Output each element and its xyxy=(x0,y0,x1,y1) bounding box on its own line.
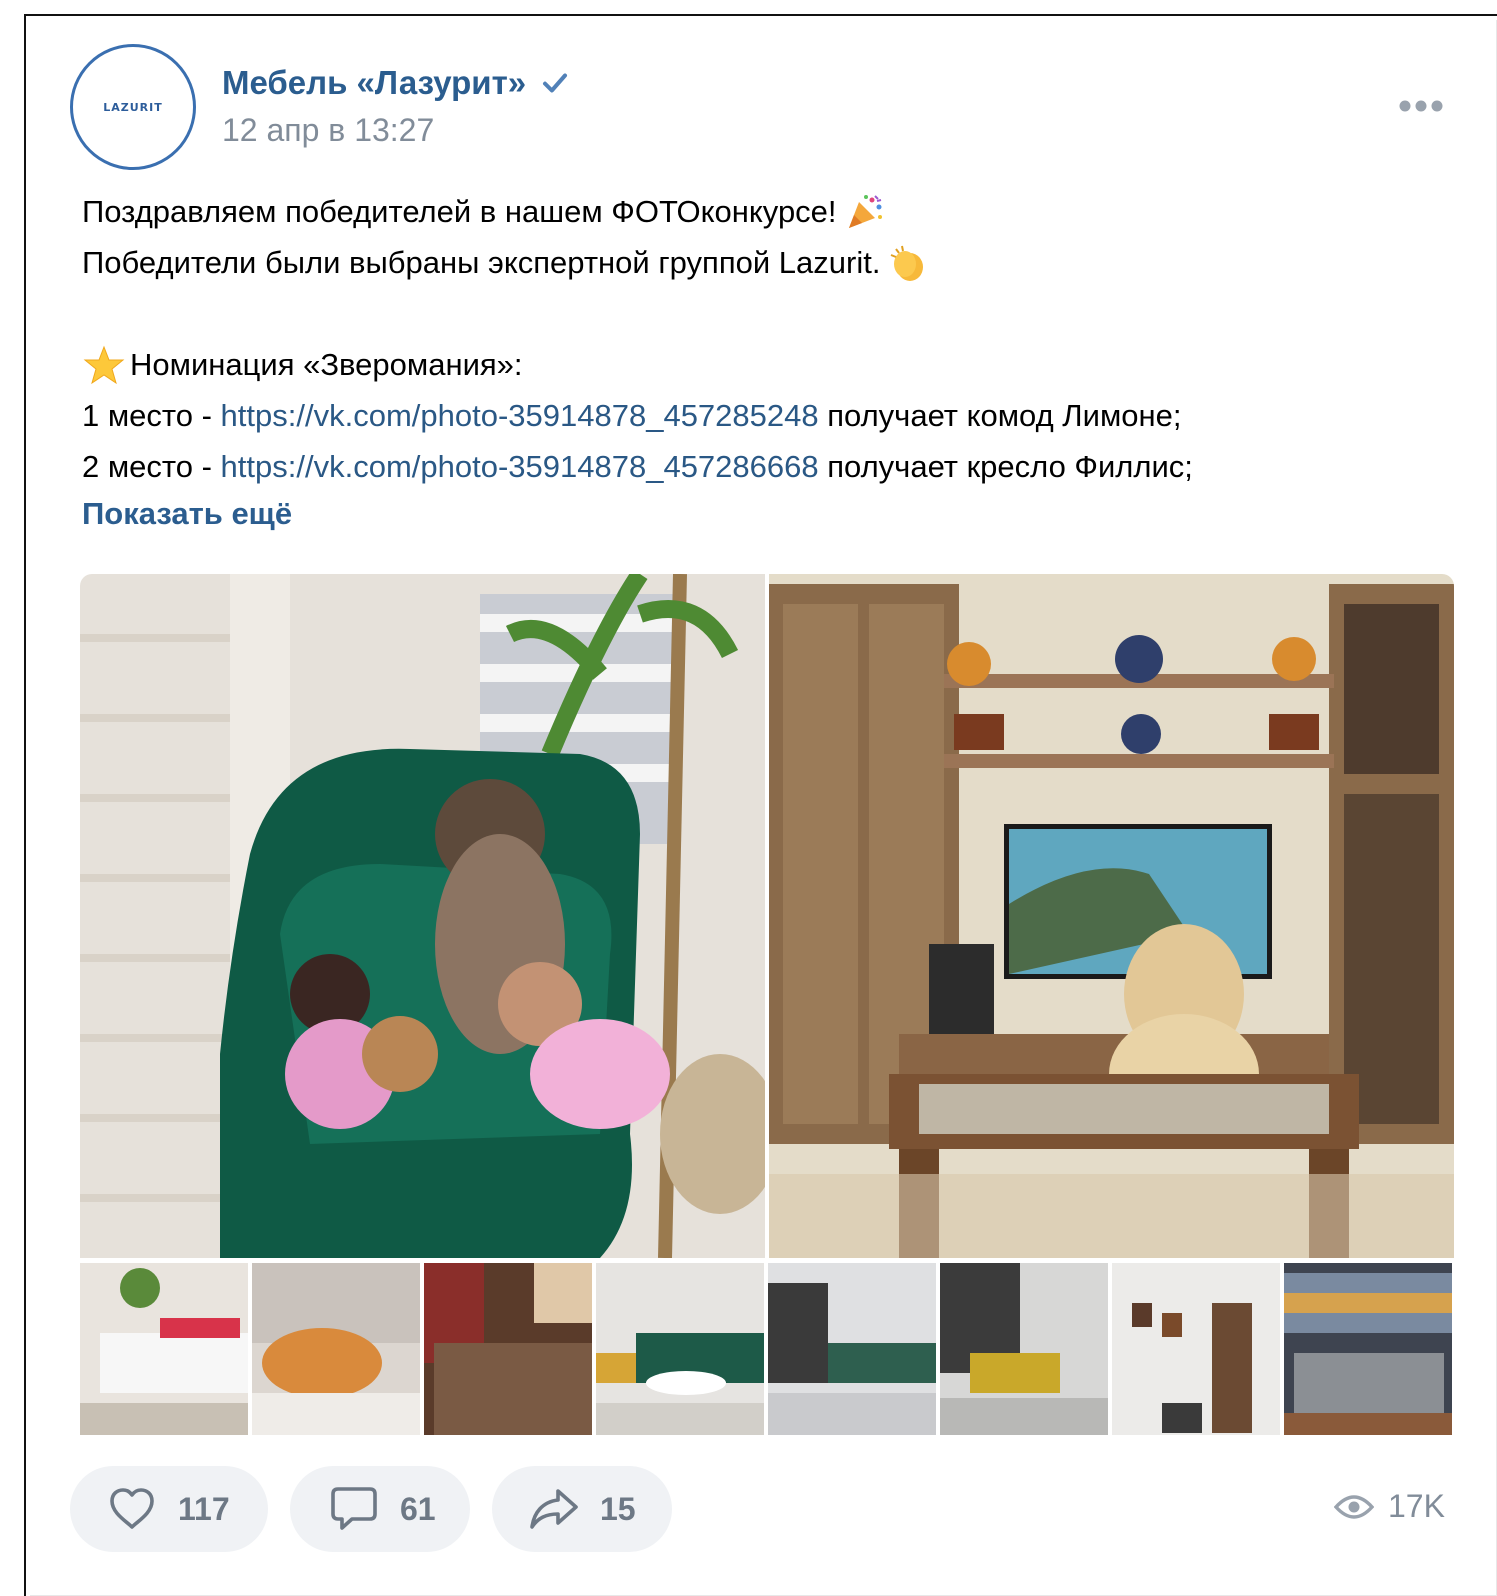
star-icon xyxy=(83,345,125,384)
photo-dogs-armchair-image xyxy=(80,574,765,1258)
text-line-3: Номинация «Зверомания»: xyxy=(82,339,1442,390)
clapping-hands-icon xyxy=(891,245,924,281)
thumbnail-3-image xyxy=(424,1263,592,1435)
post-date[interactable]: 12 апр в 13:27 xyxy=(222,112,434,149)
views-counter: 17K xyxy=(1334,1488,1445,1525)
text-place-1-suffix: получает комод Лимоне; xyxy=(818,398,1182,433)
text-place-2-prefix: 2 место - xyxy=(82,449,221,484)
share-icon xyxy=(530,1489,578,1529)
photo-dog-living-room[interactable] xyxy=(769,574,1454,1258)
photo-link-2[interactable]: https://vk.com/photo-35914878_457286668 xyxy=(221,441,819,492)
like-button[interactable]: 117 xyxy=(70,1466,268,1552)
avatar-logo: LAZURIT xyxy=(103,100,163,114)
text-congrats: Поздравляем победителей в нашем ФОТОконк… xyxy=(82,194,837,229)
comment-button[interactable]: 61 xyxy=(290,1466,470,1552)
thumbnail-3[interactable] xyxy=(424,1263,592,1435)
text-line-5: 2 место - https://vk.com/photo-35914878_… xyxy=(82,441,1442,492)
text-line-4: 1 место - https://vk.com/photo-35914878_… xyxy=(82,390,1442,441)
text-nomination: Номинация «Зверомания»: xyxy=(130,347,523,382)
post-text: Поздравляем победителей в нашем ФОТОконк… xyxy=(82,186,1442,492)
share-button[interactable]: 15 xyxy=(492,1466,672,1552)
thumbnail-6[interactable] xyxy=(940,1263,1108,1435)
more-dots-icon[interactable] xyxy=(1398,96,1444,116)
photo-dog-living-room-image xyxy=(769,574,1454,1258)
comment-count: 61 xyxy=(400,1490,436,1527)
photo-dogs-armchair[interactable] xyxy=(80,574,765,1258)
text-place-1-prefix: 1 место - xyxy=(82,398,221,433)
text-line-1: Поздравляем победителей в нашем ФОТОконк… xyxy=(82,186,1442,237)
text-place-2-suffix: получает кресло Филлис; xyxy=(818,449,1193,484)
thumbnail-7[interactable] xyxy=(1112,1263,1280,1435)
thumbnail-2-image xyxy=(252,1263,420,1435)
thumbnail-5[interactable] xyxy=(768,1263,936,1435)
photo-link-1[interactable]: https://vk.com/photo-35914878_457285248 xyxy=(221,390,819,441)
thumbnail-1[interactable] xyxy=(80,1263,248,1435)
photo-thumbnails xyxy=(80,1263,1454,1435)
thumbnail-7-image xyxy=(1112,1263,1280,1435)
thumbnail-6-image xyxy=(940,1263,1108,1435)
thumbnail-8[interactable] xyxy=(1284,1263,1452,1435)
thumbnail-4-image xyxy=(596,1263,764,1435)
author-name[interactable]: Мебель «Лазурит» xyxy=(222,64,526,102)
thumbnail-2[interactable] xyxy=(252,1263,420,1435)
verified-check-icon xyxy=(543,73,568,93)
thumbnail-5-image xyxy=(768,1263,936,1435)
heart-icon xyxy=(110,1488,154,1529)
avatar[interactable]: LAZURIT xyxy=(70,44,196,170)
author-row: Мебель «Лазурит» xyxy=(222,64,570,102)
views-count: 17K xyxy=(1388,1488,1445,1524)
text-winners: Победители были выбраны экспертной групп… xyxy=(82,245,881,280)
thumbnail-8-image xyxy=(1284,1263,1452,1435)
share-count: 15 xyxy=(600,1490,636,1527)
thumbnail-4[interactable] xyxy=(596,1263,764,1435)
eye-icon xyxy=(1334,1494,1374,1519)
comment-icon xyxy=(331,1487,377,1530)
party-popper-icon xyxy=(848,194,882,228)
thumbnail-1-image xyxy=(80,1263,248,1435)
like-count: 117 xyxy=(178,1490,230,1527)
text-line-2: Победители были выбраны экспертной групп… xyxy=(82,237,1442,288)
show-more-link[interactable]: Показать ещё xyxy=(82,496,292,532)
